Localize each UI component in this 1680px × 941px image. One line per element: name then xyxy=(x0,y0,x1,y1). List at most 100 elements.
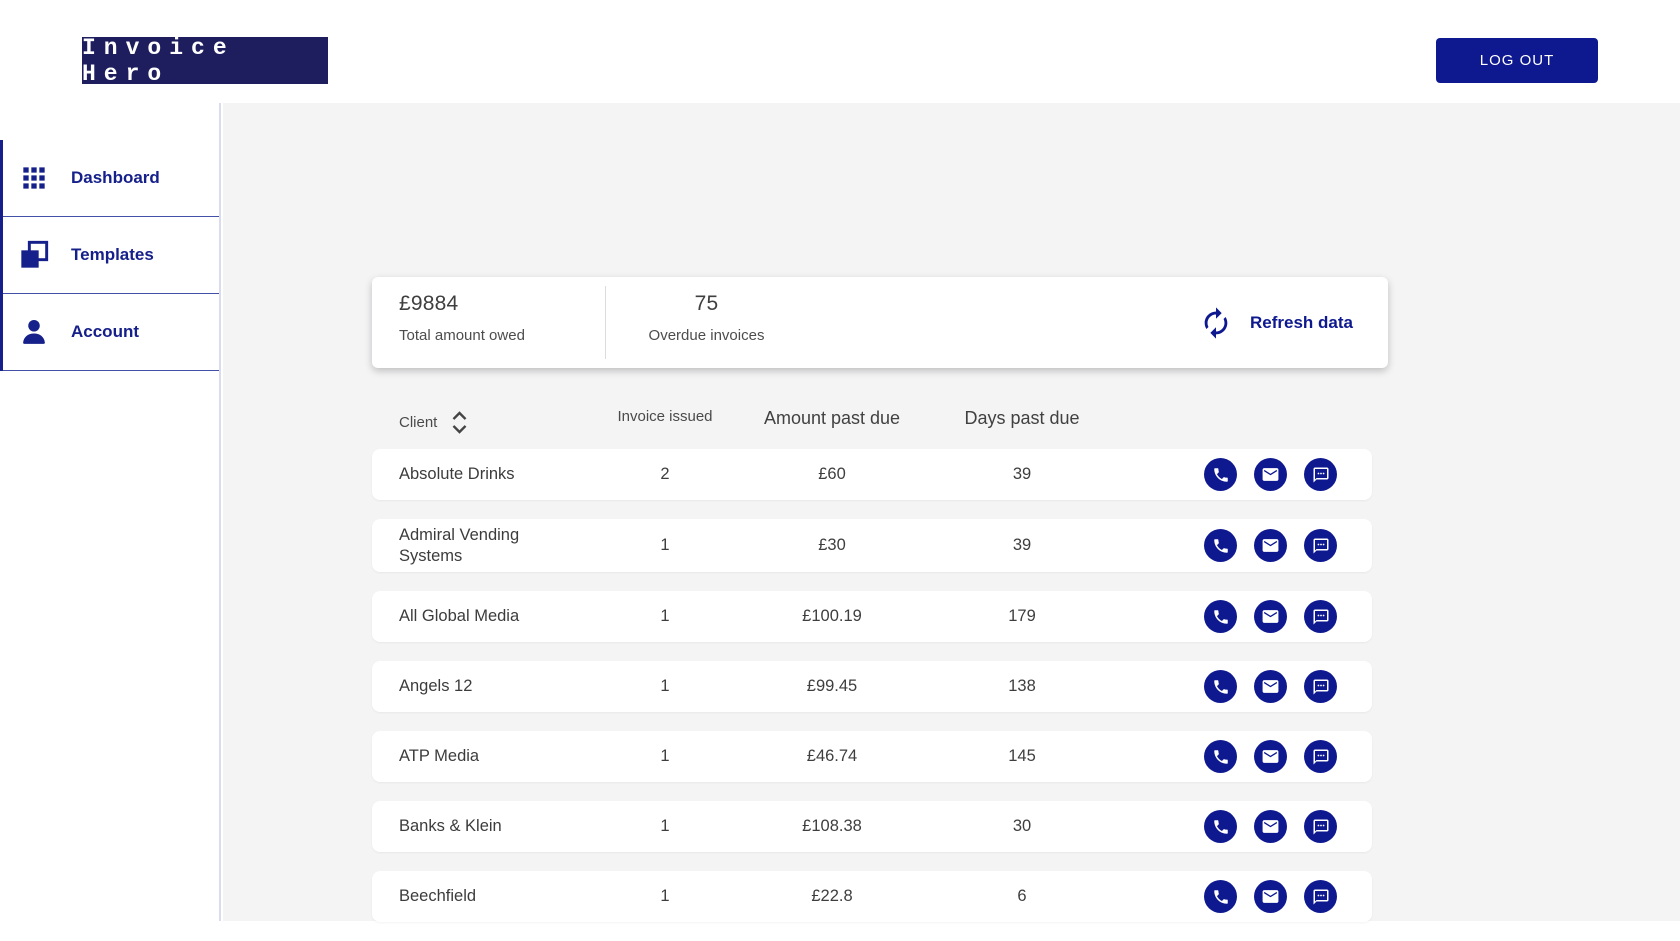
sms-client-button[interactable] xyxy=(1304,740,1337,774)
amount-past-due: £46.74 xyxy=(806,747,858,766)
phone-icon xyxy=(1213,820,1228,834)
sms-client-button[interactable] xyxy=(1304,529,1337,563)
sms-icon xyxy=(1313,609,1328,625)
top-bar: Invoice Hero LOG OUT xyxy=(0,0,1680,103)
table-row: Absolute Drinks 2 £60 39 xyxy=(372,449,1372,500)
client-name: Angels 12 xyxy=(399,677,473,696)
table-header: Client Invoice issued Amount past due Da… xyxy=(372,408,1372,449)
invoice-count: 2 xyxy=(660,465,670,483)
days-past-due: 30 xyxy=(1012,817,1032,836)
table-row: ATP Media 1 £46.74 145 xyxy=(372,731,1372,783)
invoice-count: 1 xyxy=(660,607,670,626)
person-icon xyxy=(17,315,51,349)
email-icon xyxy=(1262,750,1279,764)
invoice-count: 1 xyxy=(660,747,670,766)
summary-card: £9884 Total amount owed 75 Overdue invoi… xyxy=(372,277,1388,368)
phone-icon xyxy=(1213,890,1228,904)
call-client-button[interactable] xyxy=(1204,880,1237,914)
phone-icon xyxy=(1213,750,1228,764)
copy-icon xyxy=(17,238,51,272)
stat-label: Total amount owed xyxy=(399,327,525,344)
email-client-button[interactable] xyxy=(1254,810,1287,844)
amount-past-due: £99.45 xyxy=(806,677,858,696)
amount-past-due: £22.8 xyxy=(811,887,853,906)
sms-client-button[interactable] xyxy=(1304,670,1337,704)
sms-icon xyxy=(1313,538,1328,554)
email-icon xyxy=(1262,890,1279,904)
refresh-icon xyxy=(1204,306,1228,339)
stat-label: Overdue invoices xyxy=(648,327,765,344)
sms-client-button[interactable] xyxy=(1304,810,1337,844)
table-row: All Global Media 1 £100.19 179 xyxy=(372,591,1372,643)
client-name: ATP Media xyxy=(399,747,480,766)
days-past-due: 145 xyxy=(1008,747,1036,766)
sms-icon xyxy=(1313,749,1328,765)
email-icon xyxy=(1262,539,1279,552)
sms-client-button[interactable] xyxy=(1304,880,1337,914)
call-client-button[interactable] xyxy=(1204,810,1237,844)
client-table: Client Invoice issued Amount past due Da… xyxy=(372,408,1372,941)
call-client-button[interactable] xyxy=(1204,670,1237,704)
sidebar-item-dashboard[interactable]: Dashboard xyxy=(3,140,219,217)
sidebar-item-label: Account xyxy=(71,322,139,341)
email-client-button[interactable] xyxy=(1254,600,1287,634)
email-client-button[interactable] xyxy=(1254,529,1287,563)
email-client-button[interactable] xyxy=(1254,458,1287,491)
stat-value: 75 xyxy=(694,292,719,315)
column-header-invoice-issued: Invoice issued xyxy=(617,408,713,425)
logout-button[interactable]: LOG OUT xyxy=(1436,38,1598,83)
email-client-button[interactable] xyxy=(1254,670,1287,704)
stat-total-owed: £9884 Total amount owed xyxy=(372,277,605,368)
grid-icon xyxy=(17,161,51,195)
stat-value: £9884 xyxy=(399,292,459,315)
email-icon xyxy=(1262,820,1279,834)
table-row: Angels 12 1 £99.45 138 xyxy=(372,661,1372,713)
table-row: Beechfield 1 £22.8 6 xyxy=(372,871,1372,923)
amount-past-due: £60 xyxy=(818,465,846,483)
client-name: Beechfield xyxy=(399,887,477,906)
sidebar-item-templates[interactable]: Templates xyxy=(3,217,219,294)
phone-icon xyxy=(1213,538,1228,553)
phone-icon xyxy=(1213,680,1228,694)
amount-past-due: £108.38 xyxy=(802,817,862,836)
sidebar: Dashboard Templates Account xyxy=(0,103,221,921)
call-client-button[interactable] xyxy=(1204,740,1237,774)
sms-icon xyxy=(1313,819,1328,835)
sms-client-button[interactable] xyxy=(1304,458,1337,491)
client-name: Admiral Vending Systems xyxy=(399,526,520,565)
email-client-button[interactable] xyxy=(1254,740,1287,774)
sort-chevrons-icon xyxy=(452,411,467,434)
sidebar-item-account[interactable]: Account xyxy=(3,294,219,371)
invoice-count: 1 xyxy=(660,817,670,836)
call-client-button[interactable] xyxy=(1204,529,1237,563)
email-icon xyxy=(1262,680,1279,694)
amount-past-due: £100.19 xyxy=(802,607,862,626)
sidebar-item-label: Dashboard xyxy=(71,168,160,187)
client-name: Absolute Drinks xyxy=(399,465,515,484)
client-name: Banks & Klein xyxy=(399,817,502,836)
client-rows: Absolute Drinks 2 £60 39 Admiral Vending… xyxy=(372,449,1372,923)
days-past-due: 179 xyxy=(1008,607,1036,626)
days-past-due: 6 xyxy=(1017,887,1027,906)
call-client-button[interactable] xyxy=(1204,600,1237,634)
amount-past-due: £30 xyxy=(818,536,846,555)
client-name: All Global Media xyxy=(399,607,520,626)
email-client-button[interactable] xyxy=(1254,880,1287,914)
days-past-due: 39 xyxy=(1012,465,1032,483)
invoice-count: 1 xyxy=(660,536,670,555)
sidebar-item-label: Templates xyxy=(71,245,154,264)
sort-client-button[interactable] xyxy=(450,408,469,437)
sms-icon xyxy=(1313,889,1328,905)
phone-icon xyxy=(1213,610,1228,624)
email-icon xyxy=(1262,468,1279,481)
main-content: £9884 Total amount owed 75 Overdue invoi… xyxy=(223,103,1680,923)
call-client-button[interactable] xyxy=(1204,458,1237,491)
column-header-client: Client xyxy=(372,408,582,437)
table-row: Banks & Klein 1 £108.38 30 xyxy=(372,801,1372,853)
column-header-days-past-due: Days past due xyxy=(964,408,1080,428)
column-header-amount-past-due: Amount past due xyxy=(763,408,901,428)
sms-client-button[interactable] xyxy=(1304,600,1337,634)
invoice-count: 1 xyxy=(660,887,670,906)
refresh-data-button[interactable]: Refresh data xyxy=(1199,277,1388,368)
days-past-due: 138 xyxy=(1008,677,1036,696)
